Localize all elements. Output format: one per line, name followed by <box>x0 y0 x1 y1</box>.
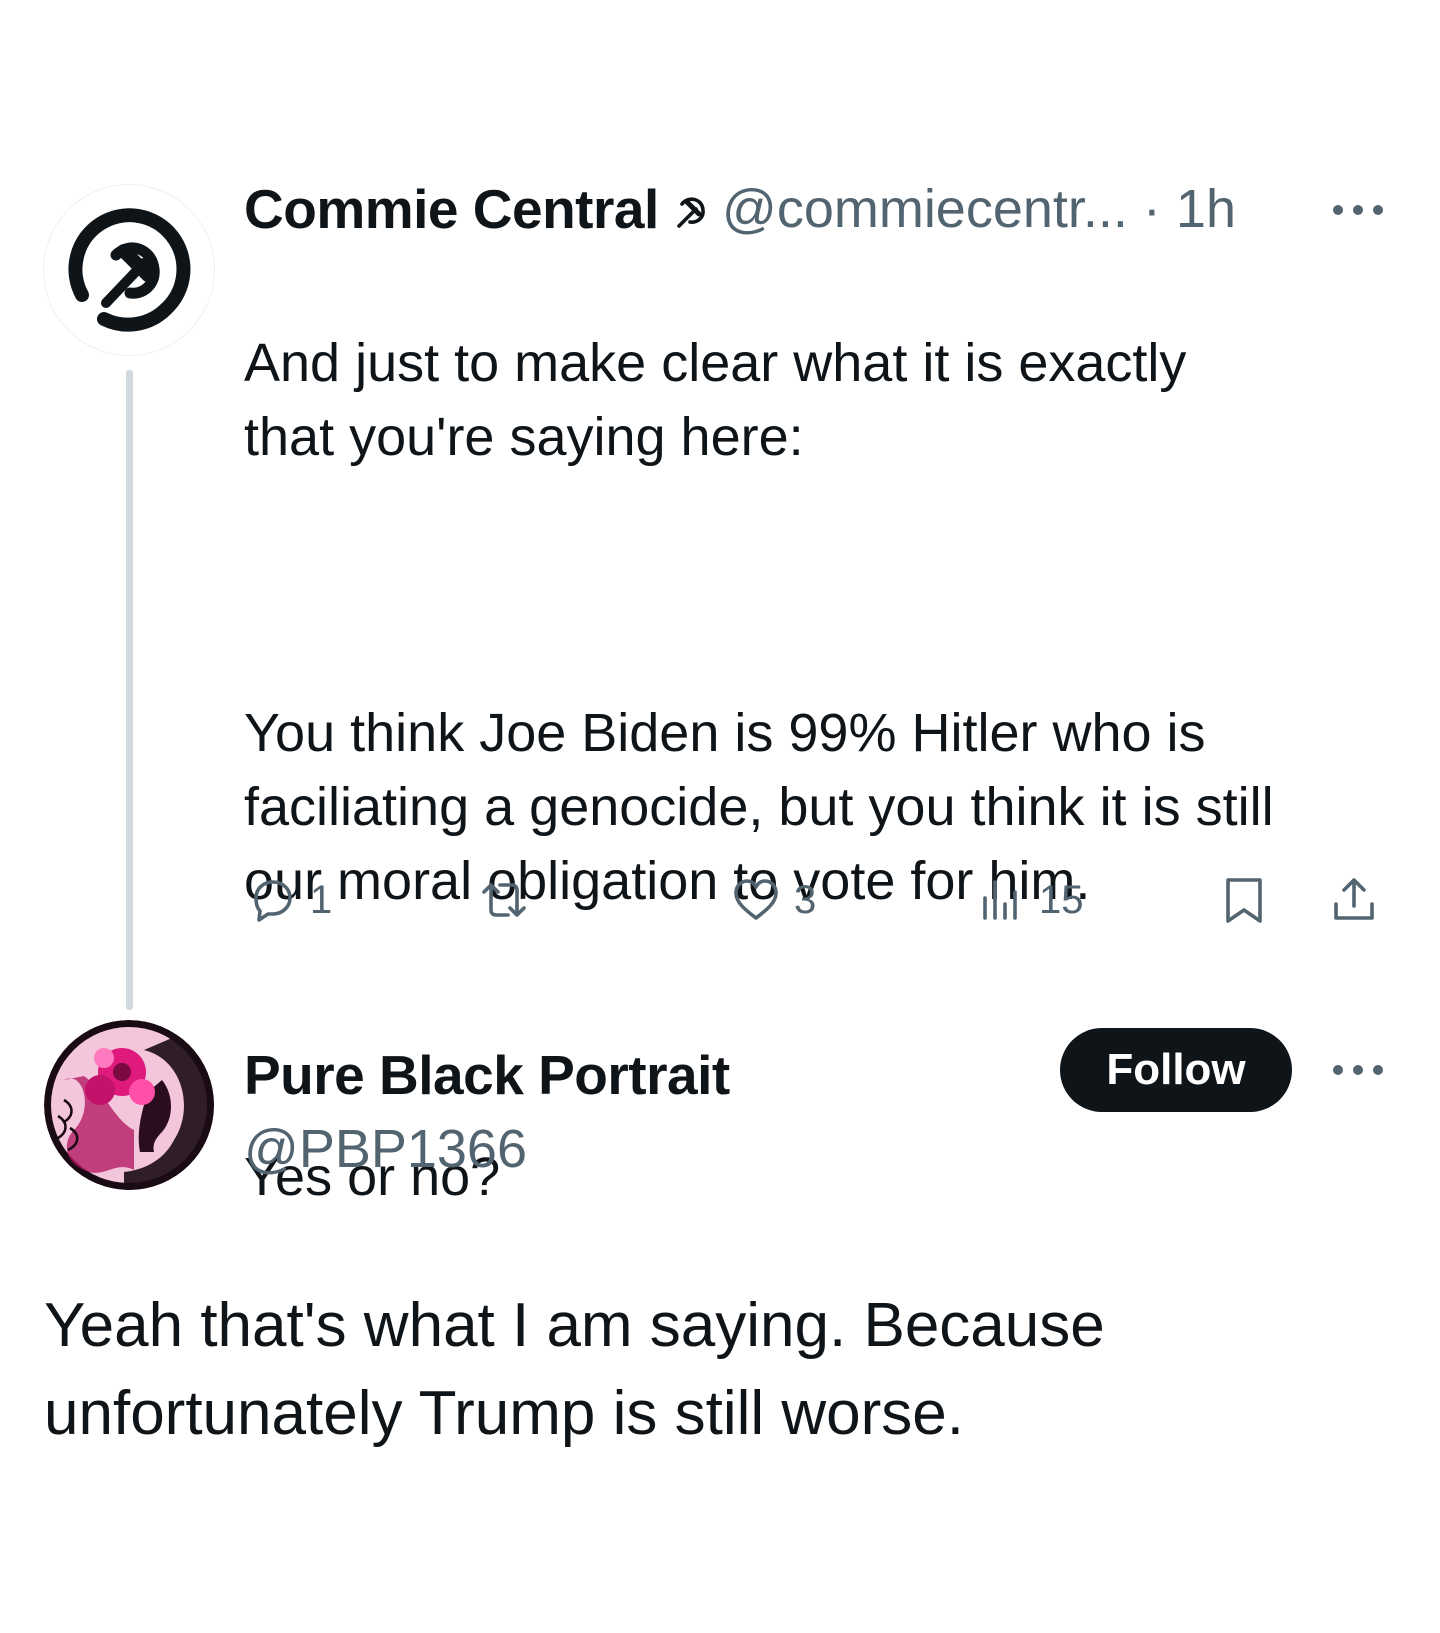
avatar-pure-black-portrait[interactable] <box>44 1020 214 1190</box>
author-name[interactable]: Commie Central <box>244 174 659 244</box>
reply-count: 1 <box>310 877 333 922</box>
like-button[interactable]: 3 <box>730 870 816 930</box>
follow-button[interactable]: Follow <box>1060 1028 1292 1112</box>
hammer-sickle-emoji-icon <box>670 190 714 234</box>
bookmark-button[interactable] <box>1218 870 1270 930</box>
retweet-button[interactable] <box>478 870 530 930</box>
view-count: 15 <box>1039 877 1084 922</box>
avatar-commie-central[interactable] <box>44 185 214 355</box>
thread-connector-line <box>126 370 133 1010</box>
bookmark-icon <box>1226 878 1262 923</box>
share-icon <box>1334 878 1374 920</box>
retweet-icon <box>482 883 526 917</box>
comment-icon <box>254 880 292 922</box>
author-handle-and-time[interactable]: @commiecentr... · 1h <box>722 174 1236 244</box>
tweet-paragraph: And just to make clear what it is exactl… <box>244 333 1187 467</box>
hammer-sickle-logo-icon <box>44 185 214 355</box>
like-count: 3 <box>794 877 817 922</box>
reply-author-name[interactable]: Pure Black Portrait <box>244 1040 730 1110</box>
portrait-avatar-icon <box>44 1020 214 1190</box>
share-button[interactable] <box>1328 870 1380 930</box>
reply-button[interactable]: 1 <box>246 870 332 930</box>
views-chart-icon <box>983 880 1017 920</box>
more-options-icon[interactable] <box>1328 192 1388 228</box>
views-button[interactable]: 15 <box>975 870 1084 930</box>
reply-author-handle[interactable]: @PBP1366 <box>244 1114 527 1184</box>
heart-icon <box>734 879 778 920</box>
reply-body: Yeah that's what I am saying. Because un… <box>44 1291 1105 1448</box>
more-options-icon[interactable] <box>1328 1052 1388 1088</box>
